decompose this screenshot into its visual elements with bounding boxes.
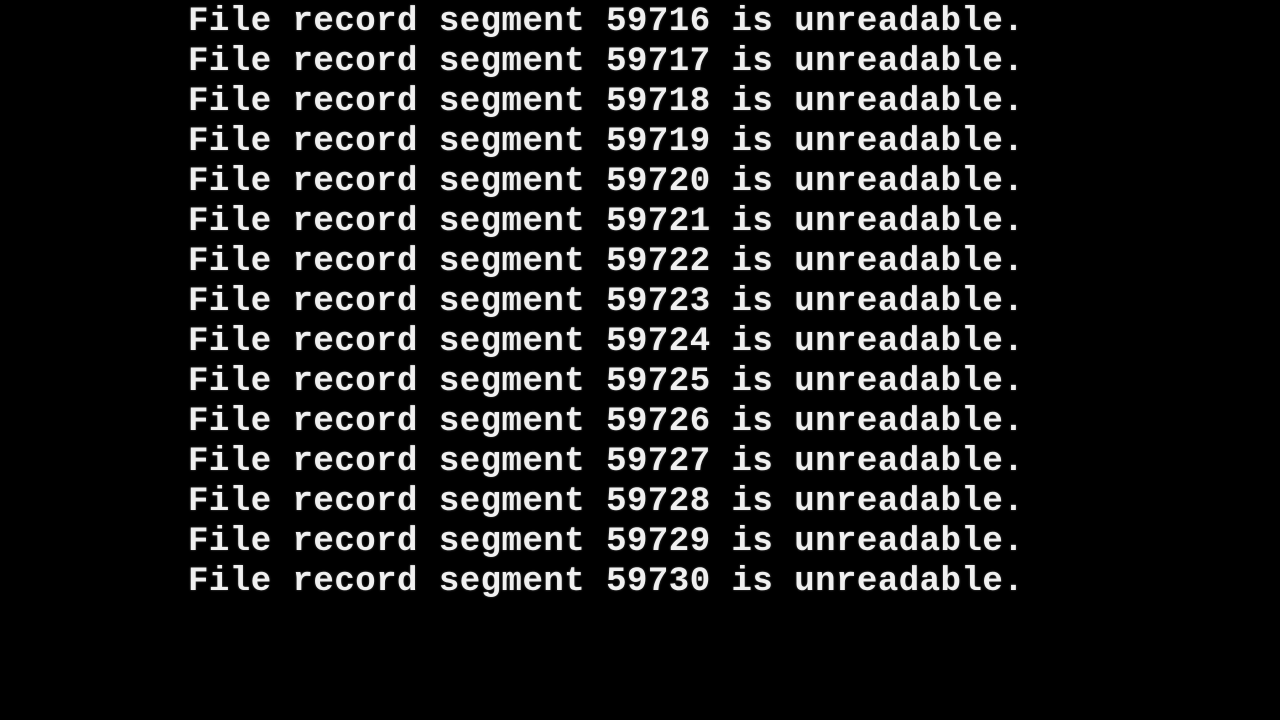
- console-line: File record segment 59721 is unreadable.: [188, 202, 1024, 242]
- message-prefix: File record segment: [188, 363, 606, 401]
- message-prefix: File record segment: [188, 403, 606, 441]
- console-line: File record segment 59719 is unreadable.: [188, 122, 1024, 162]
- segment-number: 59728: [606, 483, 711, 521]
- message-prefix: File record segment: [188, 443, 606, 481]
- console-line: File record segment 59720 is unreadable.: [188, 162, 1024, 202]
- segment-number: 59730: [606, 563, 711, 601]
- message-prefix: File record segment: [188, 83, 606, 121]
- message-suffix: is unreadable.: [711, 243, 1025, 281]
- segment-number: 59727: [606, 443, 711, 481]
- segment-number: 59723: [606, 283, 711, 321]
- message-suffix: is unreadable.: [711, 443, 1025, 481]
- message-suffix: is unreadable.: [711, 283, 1025, 321]
- message-suffix: is unreadable.: [711, 563, 1025, 601]
- console-line: File record segment 59717 is unreadable.: [188, 42, 1024, 82]
- console-line: File record segment 59725 is unreadable.: [188, 362, 1024, 402]
- message-suffix: is unreadable.: [711, 203, 1025, 241]
- console-line: File record segment 59722 is unreadable.: [188, 242, 1024, 282]
- message-suffix: is unreadable.: [711, 83, 1025, 121]
- message-suffix: is unreadable.: [711, 523, 1025, 561]
- message-suffix: is unreadable.: [711, 3, 1025, 41]
- console-line: File record segment 59724 is unreadable.: [188, 322, 1024, 362]
- message-suffix: is unreadable.: [711, 123, 1025, 161]
- console-line: File record segment 59730 is unreadable.: [188, 562, 1024, 602]
- message-prefix: File record segment: [188, 283, 606, 321]
- message-suffix: is unreadable.: [711, 403, 1025, 441]
- message-suffix: is unreadable.: [711, 323, 1025, 361]
- segment-number: 59724: [606, 323, 711, 361]
- segment-number: 59729: [606, 523, 711, 561]
- segment-number: 59716: [606, 3, 711, 41]
- console-line: File record segment 59716 is unreadable.: [188, 2, 1024, 42]
- segment-number: 59721: [606, 203, 711, 241]
- message-suffix: is unreadable.: [711, 483, 1025, 521]
- message-prefix: File record segment: [188, 123, 606, 161]
- console-line: File record segment 59718 is unreadable.: [188, 82, 1024, 122]
- console-line: File record segment 59726 is unreadable.: [188, 402, 1024, 442]
- console-line: File record segment 59723 is unreadable.: [188, 282, 1024, 322]
- segment-number: 59717: [606, 43, 711, 81]
- message-suffix: is unreadable.: [711, 43, 1025, 81]
- console-line: File record segment 59729 is unreadable.: [188, 522, 1024, 562]
- segment-number: 59720: [606, 163, 711, 201]
- message-prefix: File record segment: [188, 483, 606, 521]
- message-prefix: File record segment: [188, 243, 606, 281]
- message-prefix: File record segment: [188, 523, 606, 561]
- segment-number: 59719: [606, 123, 711, 161]
- segment-number: 59725: [606, 363, 711, 401]
- console-line: File record segment 59728 is unreadable.: [188, 482, 1024, 522]
- message-suffix: is unreadable.: [711, 163, 1025, 201]
- message-prefix: File record segment: [188, 163, 606, 201]
- message-prefix: File record segment: [188, 563, 606, 601]
- console-line: File record segment 59727 is unreadable.: [188, 442, 1024, 482]
- console-output: File record segment 59716 is unreadable.…: [0, 0, 1024, 602]
- message-prefix: File record segment: [188, 43, 606, 81]
- message-prefix: File record segment: [188, 323, 606, 361]
- message-prefix: File record segment: [188, 3, 606, 41]
- segment-number: 59718: [606, 83, 711, 121]
- segment-number: 59726: [606, 403, 711, 441]
- message-suffix: is unreadable.: [711, 363, 1025, 401]
- message-prefix: File record segment: [188, 203, 606, 241]
- segment-number: 59722: [606, 243, 711, 281]
